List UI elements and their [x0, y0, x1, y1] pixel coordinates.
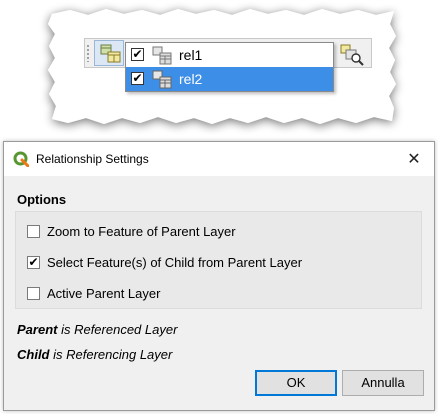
zoom-to-feature-icon: [340, 44, 364, 66]
zoom-to-parent-checkbox[interactable]: [27, 225, 40, 238]
option-label: Select Feature(s) of Child from Parent L…: [47, 255, 303, 270]
close-button[interactable]: ✕: [402, 147, 426, 171]
relation-layer-icon: [152, 70, 172, 89]
cancel-button[interactable]: Annulla: [342, 370, 424, 396]
legend-text: is Referencing Layer: [49, 347, 173, 362]
dropdown-item-label: rel2: [179, 71, 203, 87]
relationship-settings-dialog: Relationship Settings ✕ Options Zoom to …: [3, 141, 435, 411]
relations-dropdown[interactable]: ✔ rel1 ✔ rel2: [125, 42, 334, 92]
select-child-features-checkbox[interactable]: ✔: [27, 256, 40, 269]
legend-text: is Referenced Layer: [57, 322, 178, 337]
option-label: Zoom to Feature of Parent Layer: [47, 224, 236, 239]
rel1-checkbox[interactable]: ✔: [131, 48, 144, 61]
relation-layer-icon: [152, 46, 172, 65]
option-label: Active Parent Layer: [47, 286, 161, 301]
dropdown-item-rel1[interactable]: ✔ rel1: [126, 43, 333, 67]
legend-child: Child is Referencing Layer: [17, 347, 172, 363]
zoom-to-feature-button[interactable]: [338, 42, 366, 68]
rel2-checkbox[interactable]: ✔: [131, 72, 144, 85]
legend-parent: Parent is Referenced Layer: [17, 322, 177, 338]
options-heading: Options: [17, 192, 67, 207]
dialog-titlebar[interactable]: Relationship Settings ✕: [4, 142, 434, 176]
qgis-app-icon: [13, 151, 29, 167]
dialog-title: Relationship Settings: [36, 152, 149, 166]
close-icon: ✕: [407, 149, 421, 168]
legend-term: Parent: [17, 322, 58, 337]
relation-tool-icon: [100, 44, 121, 63]
toolbar-grip-handle[interactable]: [86, 44, 90, 62]
options-group: Zoom to Feature of Parent Layer ✔ Select…: [15, 211, 422, 309]
ok-button[interactable]: OK: [255, 370, 337, 396]
dropdown-item-rel2[interactable]: ✔ rel2: [126, 67, 333, 91]
relation-tool-button[interactable]: [94, 40, 124, 66]
active-parent-layer-checkbox[interactable]: [27, 287, 40, 300]
dropdown-item-label: rel1: [179, 47, 203, 63]
legend-term: Child: [17, 347, 50, 362]
